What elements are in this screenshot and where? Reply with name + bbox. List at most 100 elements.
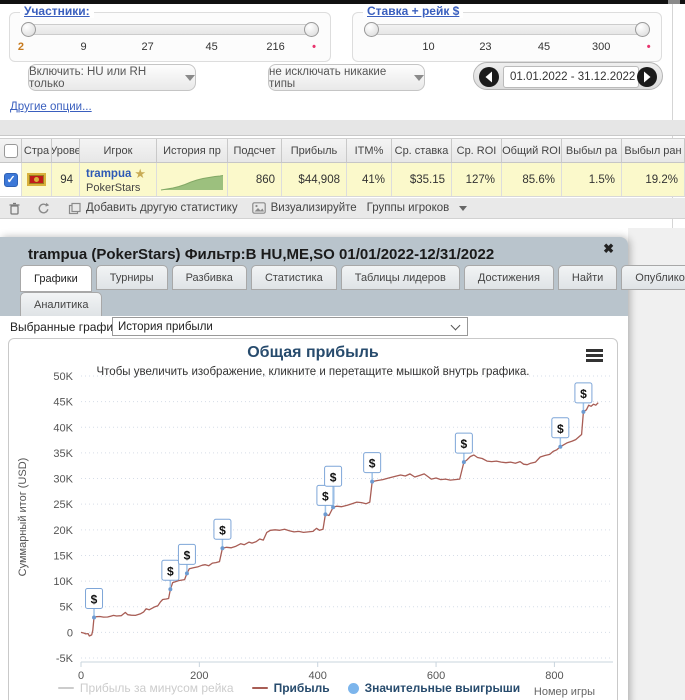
player-name-link[interactable]: trampua [86,168,131,180]
delete-button[interactable] [8,202,21,215]
big-win-marker-label: $ [91,592,98,606]
itm-cell: 41% [347,163,392,196]
row-checkbox[interactable] [3,172,18,187]
stake-slider[interactable] [364,22,650,37]
big-win-marker-label: $ [330,470,337,484]
tab-publish[interactable]: Опубликовать [621,265,685,290]
big-win-marker-label: $ [219,523,226,537]
date-range-control [473,62,663,90]
tab-tournaments[interactable]: Турниры [95,265,168,290]
popup-title: trampua (PokerStars) Фильтр:B HU,ME,SO 0… [28,246,495,263]
participants-filter-panel: Участники: 2 9 27 45 216 • [9,4,331,62]
stake-rake-link[interactable]: Ставка + рейк $ [363,4,464,18]
row-select-cell [0,163,22,196]
chart-legend: Прибыль за минусом рейка Прибыль Значитель… [9,681,569,695]
date-range-input[interactable] [503,66,639,88]
date-next-button[interactable] [636,66,658,88]
tab-leaderboards[interactable]: Таблицы лидеров [340,265,460,290]
participants-slider-min-handle[interactable] [21,22,36,37]
total-roi-cell: 85.6% [502,163,562,196]
popup-backdrop [628,228,685,700]
tab-find[interactable]: Найти [557,265,618,290]
column-header-history[interactable]: История пр [157,139,228,162]
big-win-point [331,505,336,510]
scale-label: 45 [537,41,551,53]
column-header-avg-roi[interactable]: Ср. ROI [452,139,502,162]
y-tick-label: -5K [56,653,74,665]
y-tick-label: 0 [67,627,73,639]
y-tick-label: 25K [53,499,73,511]
chart-menu-icon[interactable] [586,349,603,364]
chevron-down-icon [450,320,461,331]
scale-label: 300 [592,41,611,53]
column-header-bust-early-1[interactable]: Выбыл ра [562,139,622,162]
participants-link[interactable]: Участники: [20,4,94,18]
big-win-point [220,546,225,551]
big-win-marker-label: $ [167,564,174,578]
column-header-player[interactable]: Игрок [80,139,157,162]
table-row: 94 trampua ★ PokerStars 860 $44,908 41% … [0,163,685,197]
add-stat-label: Добавить другую статистику [86,202,238,214]
stake-slider-max-handle[interactable] [635,22,650,37]
column-header-bust-early-2[interactable]: Выбыл ран [622,139,685,162]
column-header-itm[interactable]: ITM% [347,139,392,162]
refresh-button[interactable] [37,202,50,215]
bust-early-1-cell: 1.5% [562,163,622,196]
select-all-checkbox[interactable] [3,143,18,158]
player-cell: trampua ★ PokerStars [80,163,157,196]
tab-achievements[interactable]: Достижения [463,265,554,290]
include-type-dropdown[interactable]: Включить: HU или RH только [28,64,196,91]
column-header-count[interactable]: Подсчет [228,139,282,162]
profit-chart[interactable]: 50K 45K 40K 35K 30K 25K 20K 15K 10K 5K 0 -5K 0 200 400… [8,338,618,700]
visualize-button[interactable]: Визуализируйте [251,202,357,214]
exclude-type-label: не исключать никакие типы [269,65,387,90]
tab-analytics[interactable]: Аналитика [20,292,103,317]
add-stat-button[interactable]: Добавить другую статистику [68,202,238,215]
column-header-country[interactable]: Стра [22,139,52,162]
column-header-profit[interactable]: Прибыль [282,139,347,162]
table-header-row: Стра Урове Игрок История пр Подсчет Приб… [0,138,685,163]
legend-item[interactable]: Значительные выигрыши [347,681,521,695]
big-win-marker-label: $ [184,548,191,562]
y-tick-label: 5K [60,602,74,614]
big-win-point [558,444,563,449]
legend-item[interactable]: Прибыль за минусом рейка [57,681,234,695]
x-axis-title: Номер игры [533,686,595,698]
y-tick-label: 35K [53,448,73,460]
other-options-link[interactable]: Другие опции... [10,101,92,113]
tab-statistics[interactable]: Статистика [250,265,337,290]
scale-label: 10 [422,41,435,53]
refresh-icon [38,202,50,213]
stake-slider-min-handle[interactable] [364,22,379,37]
big-win-marker-label: $ [557,422,564,436]
close-icon[interactable]: ✖ [603,241,614,257]
big-win-point [92,615,97,620]
player-site: PokerStars [86,181,141,194]
legend-label: Значительные выигрыши [364,681,521,695]
participants-scale: 2 9 27 45 216 • [10,41,330,55]
exclude-type-dropdown[interactable]: не исключать никакие типы [268,64,425,91]
tab-graphs[interactable]: Графики [20,265,92,292]
legend-item[interactable]: Прибыль [251,681,330,695]
star-icon[interactable]: ★ [134,166,146,182]
column-header-total-roi[interactable]: Общий ROI [502,139,562,162]
tab-breakdown[interactable]: Разбивка [171,265,247,290]
count-cell: 860 [228,163,282,196]
chevron-down-icon [414,74,424,81]
column-header-level[interactable]: Урове [52,139,80,162]
y-tick-label: 15K [53,550,73,562]
copy-icon [68,202,81,214]
country-flag-icon [27,173,46,186]
table-toolbar: Добавить другую статистику Визуализируйт… [0,198,685,219]
scale-label: 9 [80,41,87,53]
trash-icon [9,202,20,215]
scale-label: 2 [17,41,24,53]
participants-slider-max-handle[interactable] [304,22,319,37]
column-header-avg-stake[interactable]: Ср. ставка [392,139,452,162]
player-groups-dropdown[interactable]: Группы игроков [367,202,468,214]
legend-swatch [347,682,359,694]
date-prev-button[interactable] [478,66,500,88]
participants-slider[interactable] [21,22,319,37]
include-type-label: Включить: HU или RH только [29,65,147,90]
graph-select[interactable]: История прибыли [112,317,468,336]
